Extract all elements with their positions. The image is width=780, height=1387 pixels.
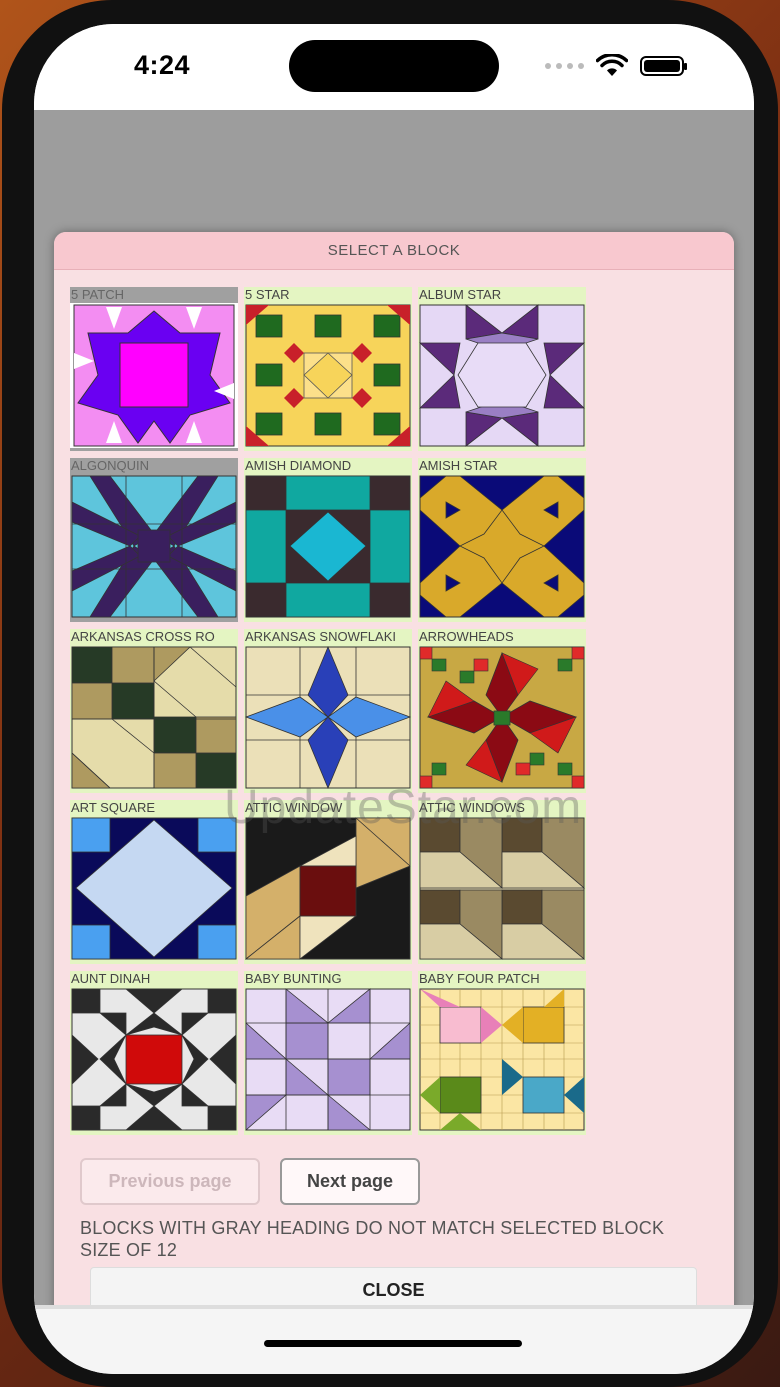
phone-frame: 4:24 SELECT A BLOCK 5 PATCH 5 STAR ALBUM…	[2, 0, 778, 1387]
status-time: 4:24	[134, 50, 191, 80]
block-thumbnail	[419, 646, 585, 789]
block-thumbnail	[419, 817, 586, 960]
block-label: ART SQUARE	[71, 800, 156, 815]
battery-icon	[640, 56, 687, 76]
next-page-button[interactable]: Next page	[280, 1158, 420, 1205]
block-tile[interactable]: ART SQUARE	[70, 800, 238, 964]
block-thumbnail	[245, 304, 411, 447]
block-label: ALBUM STAR	[419, 287, 502, 302]
status-bar: 4:24	[34, 24, 754, 110]
block-label: ARROWHEADS	[419, 629, 514, 644]
dialog-title: SELECT A BLOCK	[54, 232, 734, 270]
block-tile[interactable]: 5 STAR	[244, 287, 412, 451]
block-thumbnail	[245, 988, 411, 1131]
wifi-icon	[596, 54, 628, 76]
block-label: ARKANSAS SNOWFLAKI	[245, 629, 396, 644]
block-tile[interactable]: AMISH STAR	[418, 458, 586, 622]
block-tile[interactable]: ALGONQUIN	[70, 458, 238, 622]
block-tile[interactable]: ARROWHEADS	[418, 629, 586, 793]
block-label: AMISH DIAMOND	[245, 458, 352, 473]
block-tile[interactable]: BABY BUNTING	[244, 971, 412, 1135]
signal-icon	[545, 63, 584, 69]
pagination: Previous page Next page	[80, 1158, 420, 1205]
block-label: AMISH STAR	[419, 458, 498, 473]
dynamic-island	[289, 40, 499, 92]
block-thumbnail	[419, 988, 585, 1131]
block-thumbnail	[418, 304, 586, 447]
block-tile[interactable]: ARKANSAS SNOWFLAKI	[244, 629, 412, 793]
block-thumbnail	[71, 475, 237, 618]
block-thumbnail	[245, 475, 411, 618]
screen: 4:24 SELECT A BLOCK 5 PATCH 5 STAR ALBUM…	[34, 24, 754, 1374]
block-thumbnail	[244, 817, 411, 960]
block-tile[interactable]: BABY FOUR PATCH	[418, 971, 586, 1135]
block-thumbnail	[419, 475, 585, 618]
bottom-divider	[34, 1305, 754, 1309]
block-thumbnail	[244, 645, 412, 790]
block-grid: 5 PATCH 5 STAR ALBUM STAR ALGONQUIN AMIS…	[70, 287, 586, 1135]
block-label: AUNT DINAH	[71, 971, 151, 986]
previous-page-button[interactable]: Previous page	[80, 1158, 260, 1205]
block-tile[interactable]: 5 PATCH	[70, 287, 238, 451]
block-tile[interactable]: AUNT DINAH	[70, 971, 238, 1135]
size-notice: BLOCKS WITH GRAY HEADING DO NOT MATCH SE…	[80, 1218, 665, 1260]
block-thumbnail	[71, 817, 237, 960]
block-label: BABY BUNTING	[245, 971, 342, 986]
block-label: BABY FOUR PATCH	[419, 971, 540, 986]
block-thumbnail	[70, 303, 238, 448]
watermark: UpdateStar.com	[224, 781, 583, 834]
block-thumbnail	[71, 646, 237, 789]
block-label: ARKANSAS CROSS RO	[71, 629, 215, 644]
block-label: 5 PATCH	[71, 287, 124, 302]
status-icons	[545, 54, 687, 78]
block-tile[interactable]: AMISH DIAMOND	[244, 458, 412, 622]
block-label: ALGONQUIN	[71, 458, 150, 473]
block-tile[interactable]: ARKANSAS CROSS RO	[70, 629, 238, 793]
block-label: 5 STAR	[245, 287, 290, 302]
block-thumbnail	[71, 988, 237, 1131]
home-indicator[interactable]	[264, 1340, 522, 1347]
modal-backdrop: SELECT A BLOCK 5 PATCH 5 STAR ALBUM STAR…	[34, 110, 754, 1346]
block-tile[interactable]: ALBUM STAR	[418, 287, 586, 451]
